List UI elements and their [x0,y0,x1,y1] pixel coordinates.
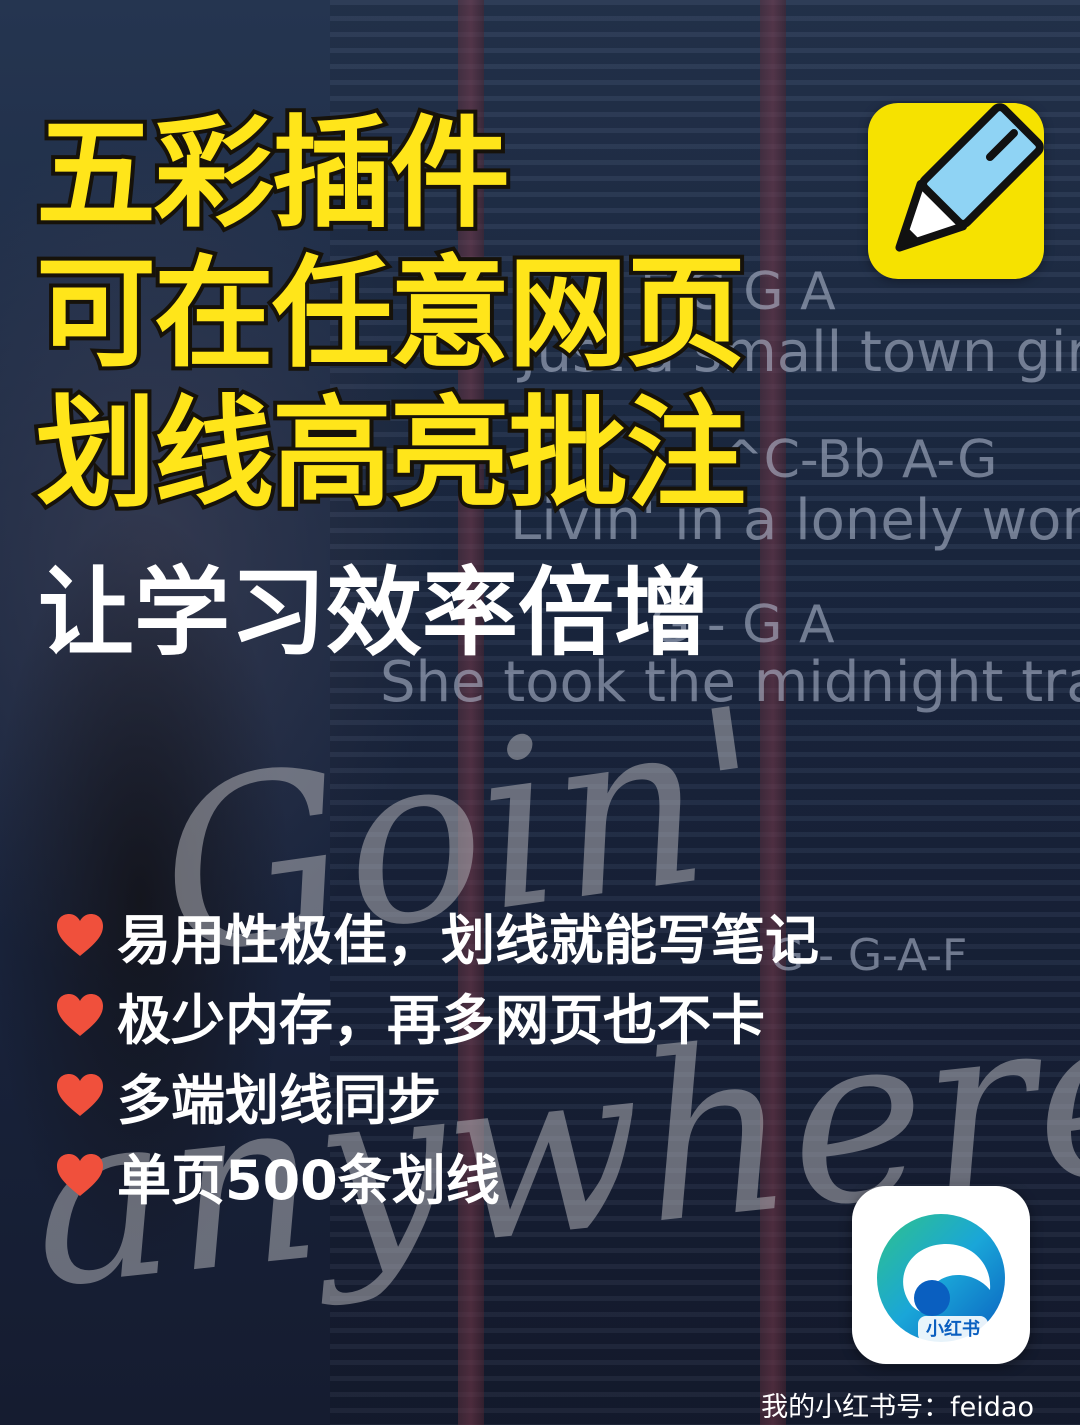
heart-icon [57,1074,103,1116]
pen-icon [895,103,1044,252]
edge-icon-label: 小红书 [926,1318,980,1340]
edge-logo-icon: 小红书 [877,1214,1005,1342]
headline-line: 五彩插件 [32,101,514,248]
feature-text: 多端划线同步 [117,1068,441,1132]
edge-browser-icon: 小红书 [852,1186,1030,1364]
heart-icon [57,1154,103,1196]
lyric-chords: ^C-Bb A-G [720,430,998,490]
headline: 五彩插件 可在任意网页 划线高亮批注 [32,101,750,528]
feature-text: 单页500条划线 [117,1148,500,1212]
feature-item: 易用性极佳，划线就能写笔记 [55,895,819,975]
feature-text: 易用性极佳，划线就能写笔记 [117,908,819,972]
feature-item: 多端划线同步 [55,1055,819,1135]
feature-item: 单页500条划线 [55,1135,819,1215]
account-watermark: 我的小红书号：feidao [761,1392,1034,1423]
feature-text: 极少内存，再多网页也不卡 [117,988,765,1052]
heart-icon [57,914,103,956]
feature-item: 极少内存，再多网页也不卡 [55,975,819,1055]
headline-line: 可在任意网页 [32,241,750,388]
headline-line: 划线高亮批注 [32,381,750,528]
feature-list: 易用性极佳，划线就能写笔记 极少内存，再多网页也不卡 多端划线同步 单页500条… [55,895,819,1215]
heart-icon [57,994,103,1036]
subtitle: 让学习效率倍增 [38,557,710,669]
pen-app-icon [868,103,1044,279]
